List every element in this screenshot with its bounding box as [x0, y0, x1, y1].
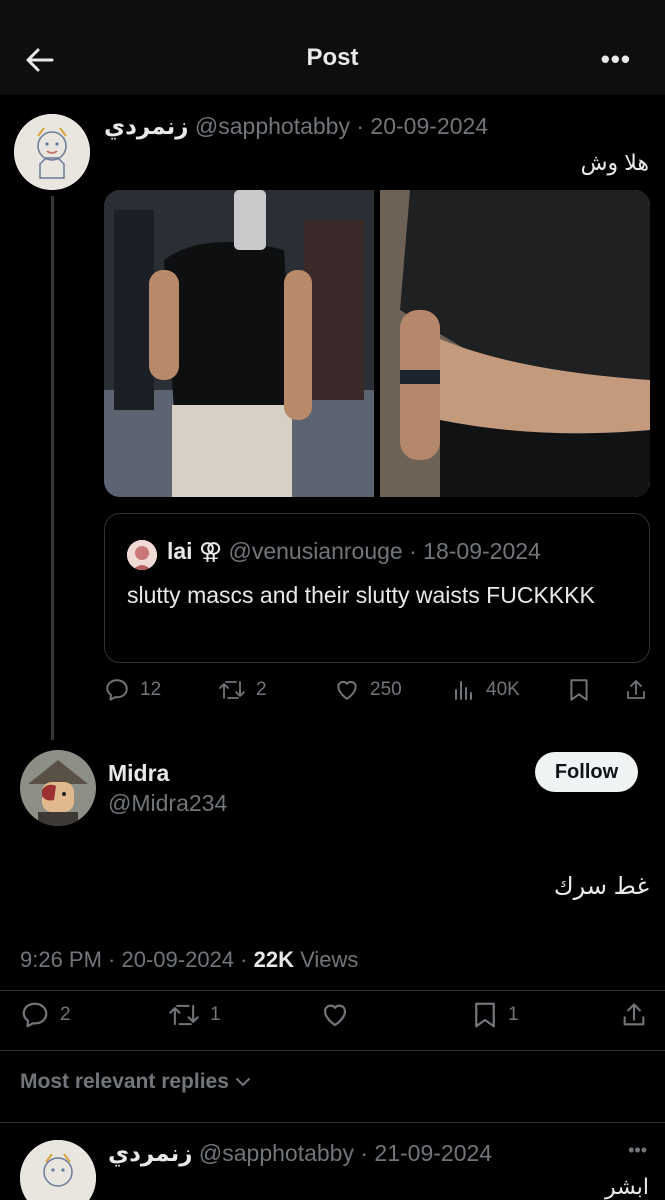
gym-mirror-photo[interactable] — [104, 190, 374, 497]
divider — [0, 990, 665, 991]
heart-icon — [337, 680, 357, 700]
like-button[interactable] — [320, 1000, 350, 1030]
author-handle[interactable]: @sapphotabby — [199, 1140, 354, 1166]
like-count: 250 — [370, 679, 402, 700]
quote-meta: lai ⚢ @venusianrouge · 18-09-2024 — [167, 538, 541, 564]
views-button[interactable]: 40K — [452, 677, 520, 703]
avatar[interactable] — [14, 114, 90, 190]
repost-button[interactable]: 2 — [218, 677, 267, 703]
share-button[interactable] — [620, 1000, 648, 1030]
bookmark-count: 1 — [508, 1004, 519, 1025]
divider — [0, 1050, 665, 1051]
follow-button[interactable]: Follow — [535, 752, 638, 792]
repost-button[interactable]: 1 — [168, 1000, 221, 1030]
post-time[interactable]: 9:26 PM — [20, 947, 102, 972]
page-title: Post — [306, 44, 359, 71]
author-name[interactable]: زنمردي — [104, 113, 189, 139]
avatar[interactable] — [20, 750, 96, 826]
reply-date[interactable]: 21-09-2024 — [374, 1140, 492, 1166]
like-button[interactable]: 250 — [334, 677, 402, 703]
post-meta: زنمردي @sapphotabby · 20-09-2024 — [104, 113, 489, 139]
repost-icon — [219, 681, 245, 699]
more-options-icon[interactable]: ••• — [601, 44, 631, 75]
reply-text: ابشر — [605, 1174, 649, 1199]
reply-button[interactable]: 12 — [104, 677, 161, 703]
main-action-bar: 2 1 1 — [20, 1000, 650, 1030]
replies-sort-label: Most relevant replies — [20, 1070, 229, 1093]
bookmark-icon — [475, 1002, 495, 1028]
thread-line — [51, 196, 54, 740]
avatar[interactable] — [20, 1140, 96, 1200]
replies-sort-dropdown[interactable]: Most relevant replies — [20, 1070, 251, 1094]
reply-button[interactable]: 2 — [20, 1000, 71, 1030]
reply-meta: زنمردي @sapphotabby · 21-09-2024 — [108, 1140, 493, 1166]
views-count: 22K — [253, 947, 294, 972]
repost-icon — [169, 1004, 199, 1026]
post-action-bar: 12 2 250 40K — [104, 677, 650, 707]
reply-icon — [22, 1002, 48, 1028]
quoted-post[interactable]: lai ⚢ @venusianrouge · 18-09-2024 slutty… — [104, 513, 650, 663]
author-name[interactable]: Midra — [108, 758, 227, 788]
post-text: هلا وش — [580, 150, 649, 175]
chevron-down-icon — [235, 1078, 250, 1087]
quote-avatar[interactable] — [127, 540, 157, 570]
quote-author-name[interactable]: lai ⚢ — [167, 538, 222, 564]
reply-icon — [106, 679, 128, 701]
main-post-text: غط سرك — [553, 873, 649, 900]
heart-icon — [323, 1004, 347, 1027]
author-name[interactable]: زنمردي — [108, 1140, 193, 1166]
author-handle[interactable]: @Midra234 — [108, 788, 227, 818]
quote-date[interactable]: 18-09-2024 — [423, 538, 541, 564]
share-icon — [623, 1003, 645, 1026]
views-icon — [455, 681, 472, 700]
repost-count: 1 — [210, 1004, 221, 1025]
top-bar: Post ••• — [0, 0, 665, 95]
repost-count: 2 — [256, 679, 267, 700]
bookmark-button[interactable] — [568, 677, 590, 703]
author-handle[interactable]: @sapphotabby — [195, 113, 350, 139]
waist-photo[interactable] — [380, 190, 650, 497]
reply-more-icon[interactable]: ••• — [628, 1140, 647, 1161]
views-count: 40K — [486, 679, 520, 700]
post-media[interactable] — [104, 190, 650, 497]
post-stats: 9:26 PM · 20-09-2024 · 22K Views — [20, 947, 359, 972]
reply-count: 2 — [60, 1004, 71, 1025]
quote-handle[interactable]: @venusianrouge — [228, 538, 402, 564]
bookmark-icon — [570, 679, 588, 701]
share-icon — [627, 680, 645, 699]
post-date[interactable]: 20-09-2024 — [370, 113, 488, 139]
reply-count: 12 — [140, 679, 162, 700]
main-post-meta: Midra @Midra234 — [108, 758, 227, 818]
share-button[interactable] — [624, 677, 648, 703]
quote-text: slutty mascs and their slutty waists FUC… — [127, 582, 595, 608]
divider — [0, 1122, 665, 1123]
bookmark-button[interactable]: 1 — [472, 1000, 519, 1030]
views-label: Views — [300, 947, 359, 972]
post-date[interactable]: 20-09-2024 — [122, 947, 235, 972]
